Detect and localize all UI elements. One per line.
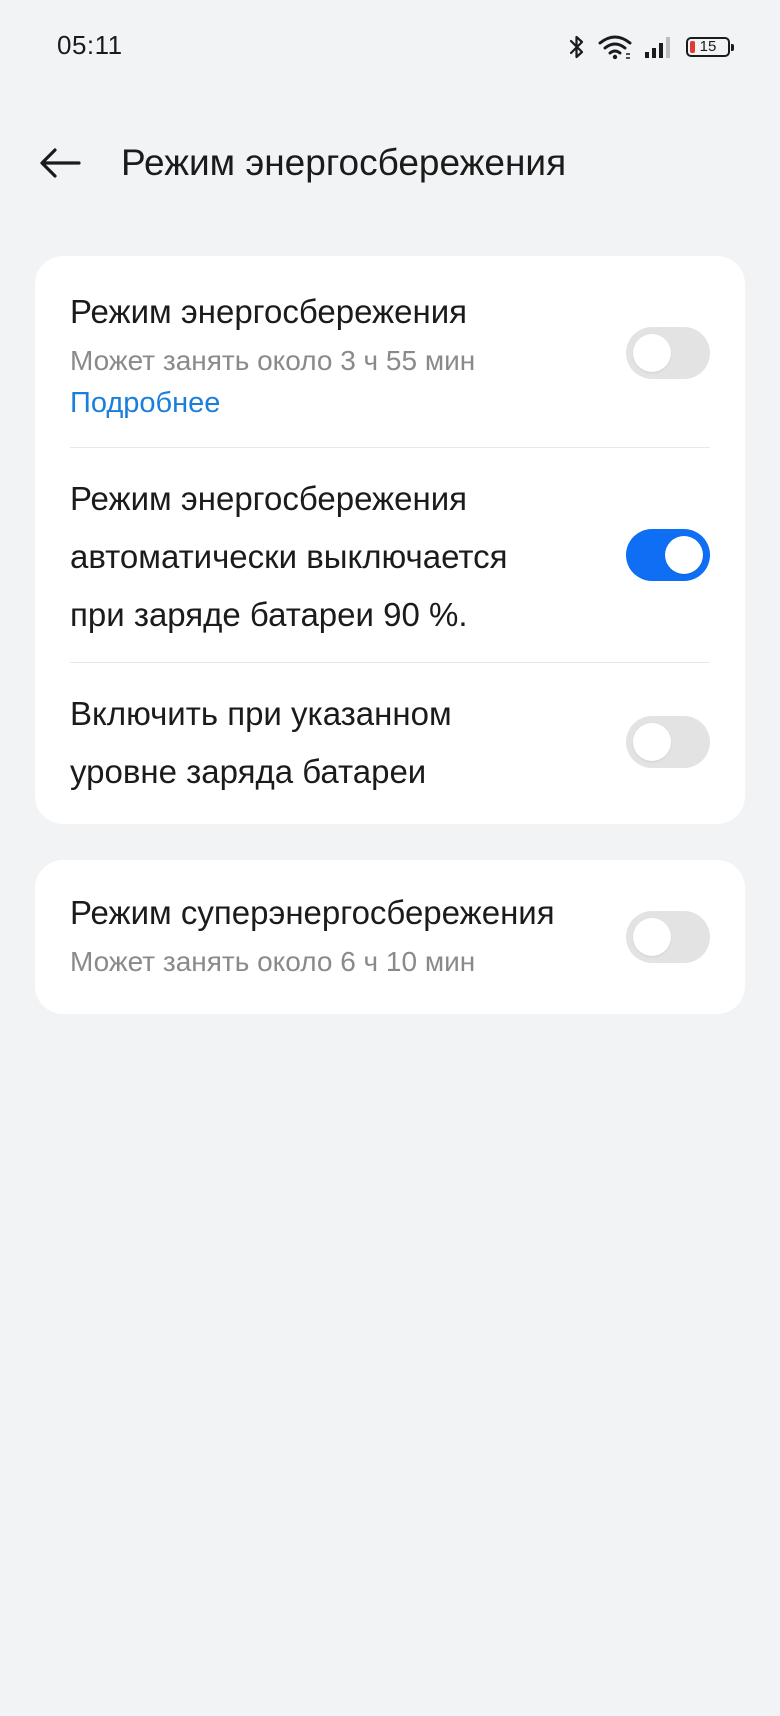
power-saving-subtitle: Может занять около 3 ч 55 мин [70, 345, 476, 376]
page-title: Режим энергосбережения [121, 142, 567, 183]
auto-off-toggle[interactable] [626, 529, 710, 581]
status-icons: 15 [568, 32, 734, 62]
enable-at-level-line-2: уровне заряда батареи [70, 753, 427, 790]
toggle-knob [633, 918, 671, 956]
settings-card: Режим энергосбережения Может занять окол… [35, 256, 745, 824]
enable-at-level-line-1: Включить при указанном [70, 695, 452, 732]
toggle-knob [665, 536, 703, 574]
auto-off-line-3: при заряде батареи 90 %. [70, 596, 468, 633]
super-power-saving-toggle[interactable] [626, 911, 710, 963]
auto-off-line-2: автоматически выключается [70, 538, 508, 575]
toggle-knob [633, 334, 671, 372]
enable-at-level-row[interactable]: Включить при указанном уровне заряда бат… [70, 685, 710, 801]
status-time: 05:11 [57, 30, 123, 60]
battery-icon: 15 [686, 37, 734, 57]
power-saving-row[interactable]: Режим энергосбережения Может занять окол… [70, 283, 710, 425]
power-saving-toggle[interactable] [626, 327, 710, 379]
super-power-saving-row[interactable]: Режим суперэнергосбережения Может занять… [70, 884, 710, 982]
toggle-knob [633, 723, 671, 761]
auto-off-row[interactable]: Режим энергосбережения автоматически вык… [70, 470, 710, 644]
more-info-link[interactable]: Подробнее [70, 381, 220, 425]
power-saving-title: Режим энергосбережения [70, 293, 468, 330]
status-bar: 05:11 15 [0, 0, 780, 96]
super-saving-card: Режим суперэнергосбережения Может занять… [35, 860, 745, 1014]
wifi-icon [598, 34, 632, 60]
super-power-saving-subtitle: Может занять около 6 ч 10 мин [70, 946, 476, 977]
enable-at-level-toggle[interactable] [626, 716, 710, 768]
super-power-saving-title: Режим суперэнергосбережения [70, 894, 555, 931]
arrow-left-icon [39, 147, 81, 184]
divider [70, 662, 710, 663]
top-bar: Режим энергосбережения [0, 120, 780, 210]
auto-off-line-1: Режим энергосбережения [70, 480, 468, 517]
signal-icon [644, 34, 674, 60]
bluetooth-icon [568, 34, 586, 60]
battery-level: 15 [699, 38, 717, 55]
back-button[interactable] [32, 142, 88, 188]
divider [70, 447, 710, 448]
